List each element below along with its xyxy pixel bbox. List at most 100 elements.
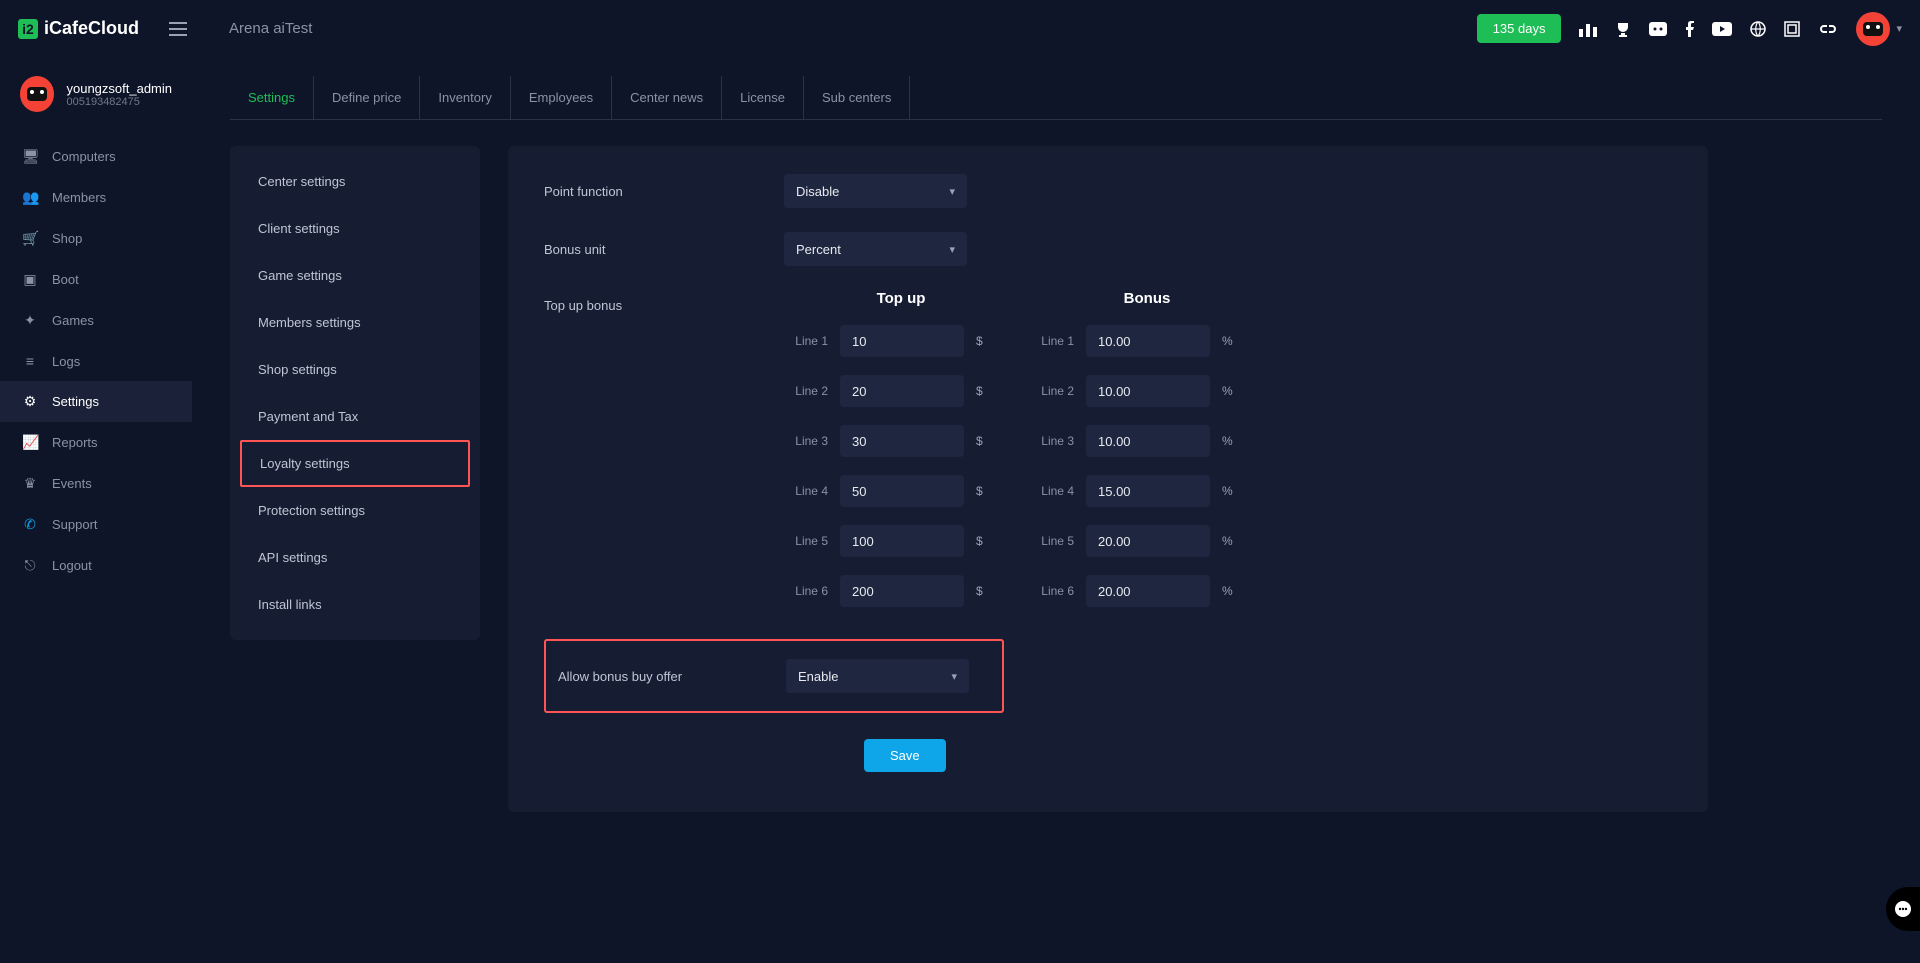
sidebar-item-logs[interactable]: ≡Logs — [0, 341, 192, 381]
leaderboard-icon[interactable] — [1579, 21, 1597, 37]
sidebar-item-label: Games — [52, 313, 94, 328]
tab-license[interactable]: License — [722, 76, 804, 119]
sidebar-item-members[interactable]: 👥Members — [0, 177, 192, 218]
facebook-icon[interactable] — [1685, 21, 1694, 37]
sidebar-item-events[interactable]: ♛Events — [0, 463, 192, 504]
tab-employees[interactable]: Employees — [511, 76, 612, 119]
sidebar-item-label: Settings — [52, 394, 99, 409]
topbar-icons — [1579, 21, 1838, 37]
bonus-line-input-3[interactable] — [1086, 425, 1210, 457]
bonus-line-input-6[interactable] — [1086, 575, 1210, 607]
sidebar-item-label: Events — [52, 476, 92, 491]
chat-icon — [1895, 901, 1911, 917]
percent-unit: % — [1222, 534, 1234, 548]
topup-line-input-4[interactable] — [840, 475, 964, 507]
subnav-center-settings[interactable]: Center settings — [230, 158, 480, 205]
sidebar-item-settings[interactable]: ⚙ Settings — [0, 381, 192, 422]
sidebar-item-label: Boot — [52, 272, 79, 287]
currency-unit: $ — [976, 384, 988, 398]
logo-mark-icon: i2 — [18, 19, 38, 39]
topup-line-input-5[interactable] — [840, 525, 964, 557]
subnav-api-settings[interactable]: API settings — [230, 534, 480, 581]
currency-unit: $ — [976, 334, 988, 348]
sidebar-item-reports[interactable]: 📈Reports — [0, 422, 192, 463]
bonus-line-row: Line 2% — [1030, 375, 1234, 407]
link-icon[interactable] — [1818, 23, 1838, 35]
tab-center-news[interactable]: Center news — [612, 76, 722, 119]
main-content: Settings Define price Inventory Employee… — [192, 58, 1920, 963]
sidebar-item-logout[interactable]: ⎋Logout — [0, 545, 192, 586]
menu-toggle-icon[interactable] — [169, 22, 187, 36]
bonus-line-input-2[interactable] — [1086, 375, 1210, 407]
sidebar-item-support[interactable]: ✆Support — [0, 504, 192, 545]
bonus-line-input-1[interactable] — [1086, 325, 1210, 357]
topup-line-row: Line 3$ — [784, 425, 988, 457]
topup-line-input-2[interactable] — [840, 375, 964, 407]
bonus-line-row: Line 6% — [1030, 575, 1234, 607]
settings-panel: Point function Disable Bonus unit Percen… — [508, 146, 1708, 812]
topup-line-input-1[interactable] — [840, 325, 964, 357]
subnav-payment-tax[interactable]: Payment and Tax — [230, 393, 480, 440]
currency-unit: $ — [976, 484, 988, 498]
line-label: Line 3 — [1030, 434, 1074, 448]
sidebar-item-shop[interactable]: 🛒Shop — [0, 218, 192, 259]
bonus-unit-select[interactable]: Percent — [784, 232, 967, 266]
topup-line-input-6[interactable] — [840, 575, 964, 607]
logo[interactable]: i2 iCafeCloud — [18, 18, 139, 39]
monitor-icon: 🖥 — [22, 148, 38, 165]
sidebar-item-games[interactable]: ✦Games — [0, 300, 192, 341]
user-avatar[interactable] — [1856, 12, 1890, 46]
subnav-game-settings[interactable]: Game settings — [230, 252, 480, 299]
subnav-loyalty-settings[interactable]: Loyalty settings — [240, 440, 470, 487]
days-remaining-button[interactable]: 135 days — [1477, 14, 1562, 43]
topup-bonus-label: Top up bonus — [544, 290, 784, 625]
sidebar-item-label: Logout — [52, 558, 92, 573]
bonus-unit-label: Bonus unit — [544, 242, 784, 257]
sidebar-item-label: Support — [52, 517, 98, 532]
line-label: Line 5 — [1030, 534, 1074, 548]
app-icon[interactable] — [1784, 21, 1800, 37]
sidebar-item-computers[interactable]: 🖥Computers — [0, 136, 192, 177]
bonus-line-input-5[interactable] — [1086, 525, 1210, 557]
discord-icon[interactable] — [1649, 22, 1667, 36]
subnav-client-settings[interactable]: Client settings — [230, 205, 480, 252]
sidebar-item-label: Logs — [52, 354, 80, 369]
youtube-icon[interactable] — [1712, 22, 1732, 36]
topbar: i2 iCafeCloud Arena aiTest 135 days ▾ — [0, 0, 1920, 58]
bonus-column-header: Bonus — [1030, 290, 1234, 307]
percent-unit: % — [1222, 434, 1234, 448]
line-label: Line 4 — [784, 484, 828, 498]
sidebar-item-boot[interactable]: ▣ Boot — [0, 259, 192, 300]
line-label: Line 2 — [784, 384, 828, 398]
point-function-select[interactable]: Disable — [784, 174, 967, 208]
settings-subnav: Center settings Client settings Game set… — [230, 146, 480, 640]
bonus-line-input-4[interactable] — [1086, 475, 1210, 507]
sidebar-userid: 005193482475 — [66, 96, 172, 108]
line-label: Line 4 — [1030, 484, 1074, 498]
boot-icon: ▣ — [22, 271, 38, 288]
subnav-members-settings[interactable]: Members settings — [230, 299, 480, 346]
sidebar-username: youngzsoft_admin — [66, 81, 172, 96]
tab-settings[interactable]: Settings — [230, 76, 314, 119]
line-label: Line 3 — [784, 434, 828, 448]
subnav-shop-settings[interactable]: Shop settings — [230, 346, 480, 393]
percent-unit: % — [1222, 584, 1234, 598]
topup-line-input-3[interactable] — [840, 425, 964, 457]
percent-unit: % — [1222, 384, 1234, 398]
tab-inventory[interactable]: Inventory — [420, 76, 510, 119]
subnav-install-links[interactable]: Install links — [230, 581, 480, 628]
tab-sub-centers[interactable]: Sub centers — [804, 76, 910, 119]
trophy-icon[interactable] — [1615, 21, 1631, 37]
allow-bonus-select[interactable]: Enable — [786, 659, 969, 693]
gear-icon: ⚙ — [22, 393, 38, 410]
tab-define-price[interactable]: Define price — [314, 76, 420, 119]
globe-icon[interactable] — [1750, 21, 1766, 37]
sidebar-user-block[interactable]: youngzsoft_admin 005193482475 — [0, 76, 192, 136]
subnav-protection-settings[interactable]: Protection settings — [230, 487, 480, 534]
chevron-down-icon[interactable]: ▾ — [1896, 22, 1902, 35]
bonus-line-row: Line 1% — [1030, 325, 1234, 357]
save-button[interactable]: Save — [864, 739, 946, 772]
bonus-line-row: Line 5% — [1030, 525, 1234, 557]
line-label: Line 2 — [1030, 384, 1074, 398]
line-label: Line 1 — [784, 334, 828, 348]
